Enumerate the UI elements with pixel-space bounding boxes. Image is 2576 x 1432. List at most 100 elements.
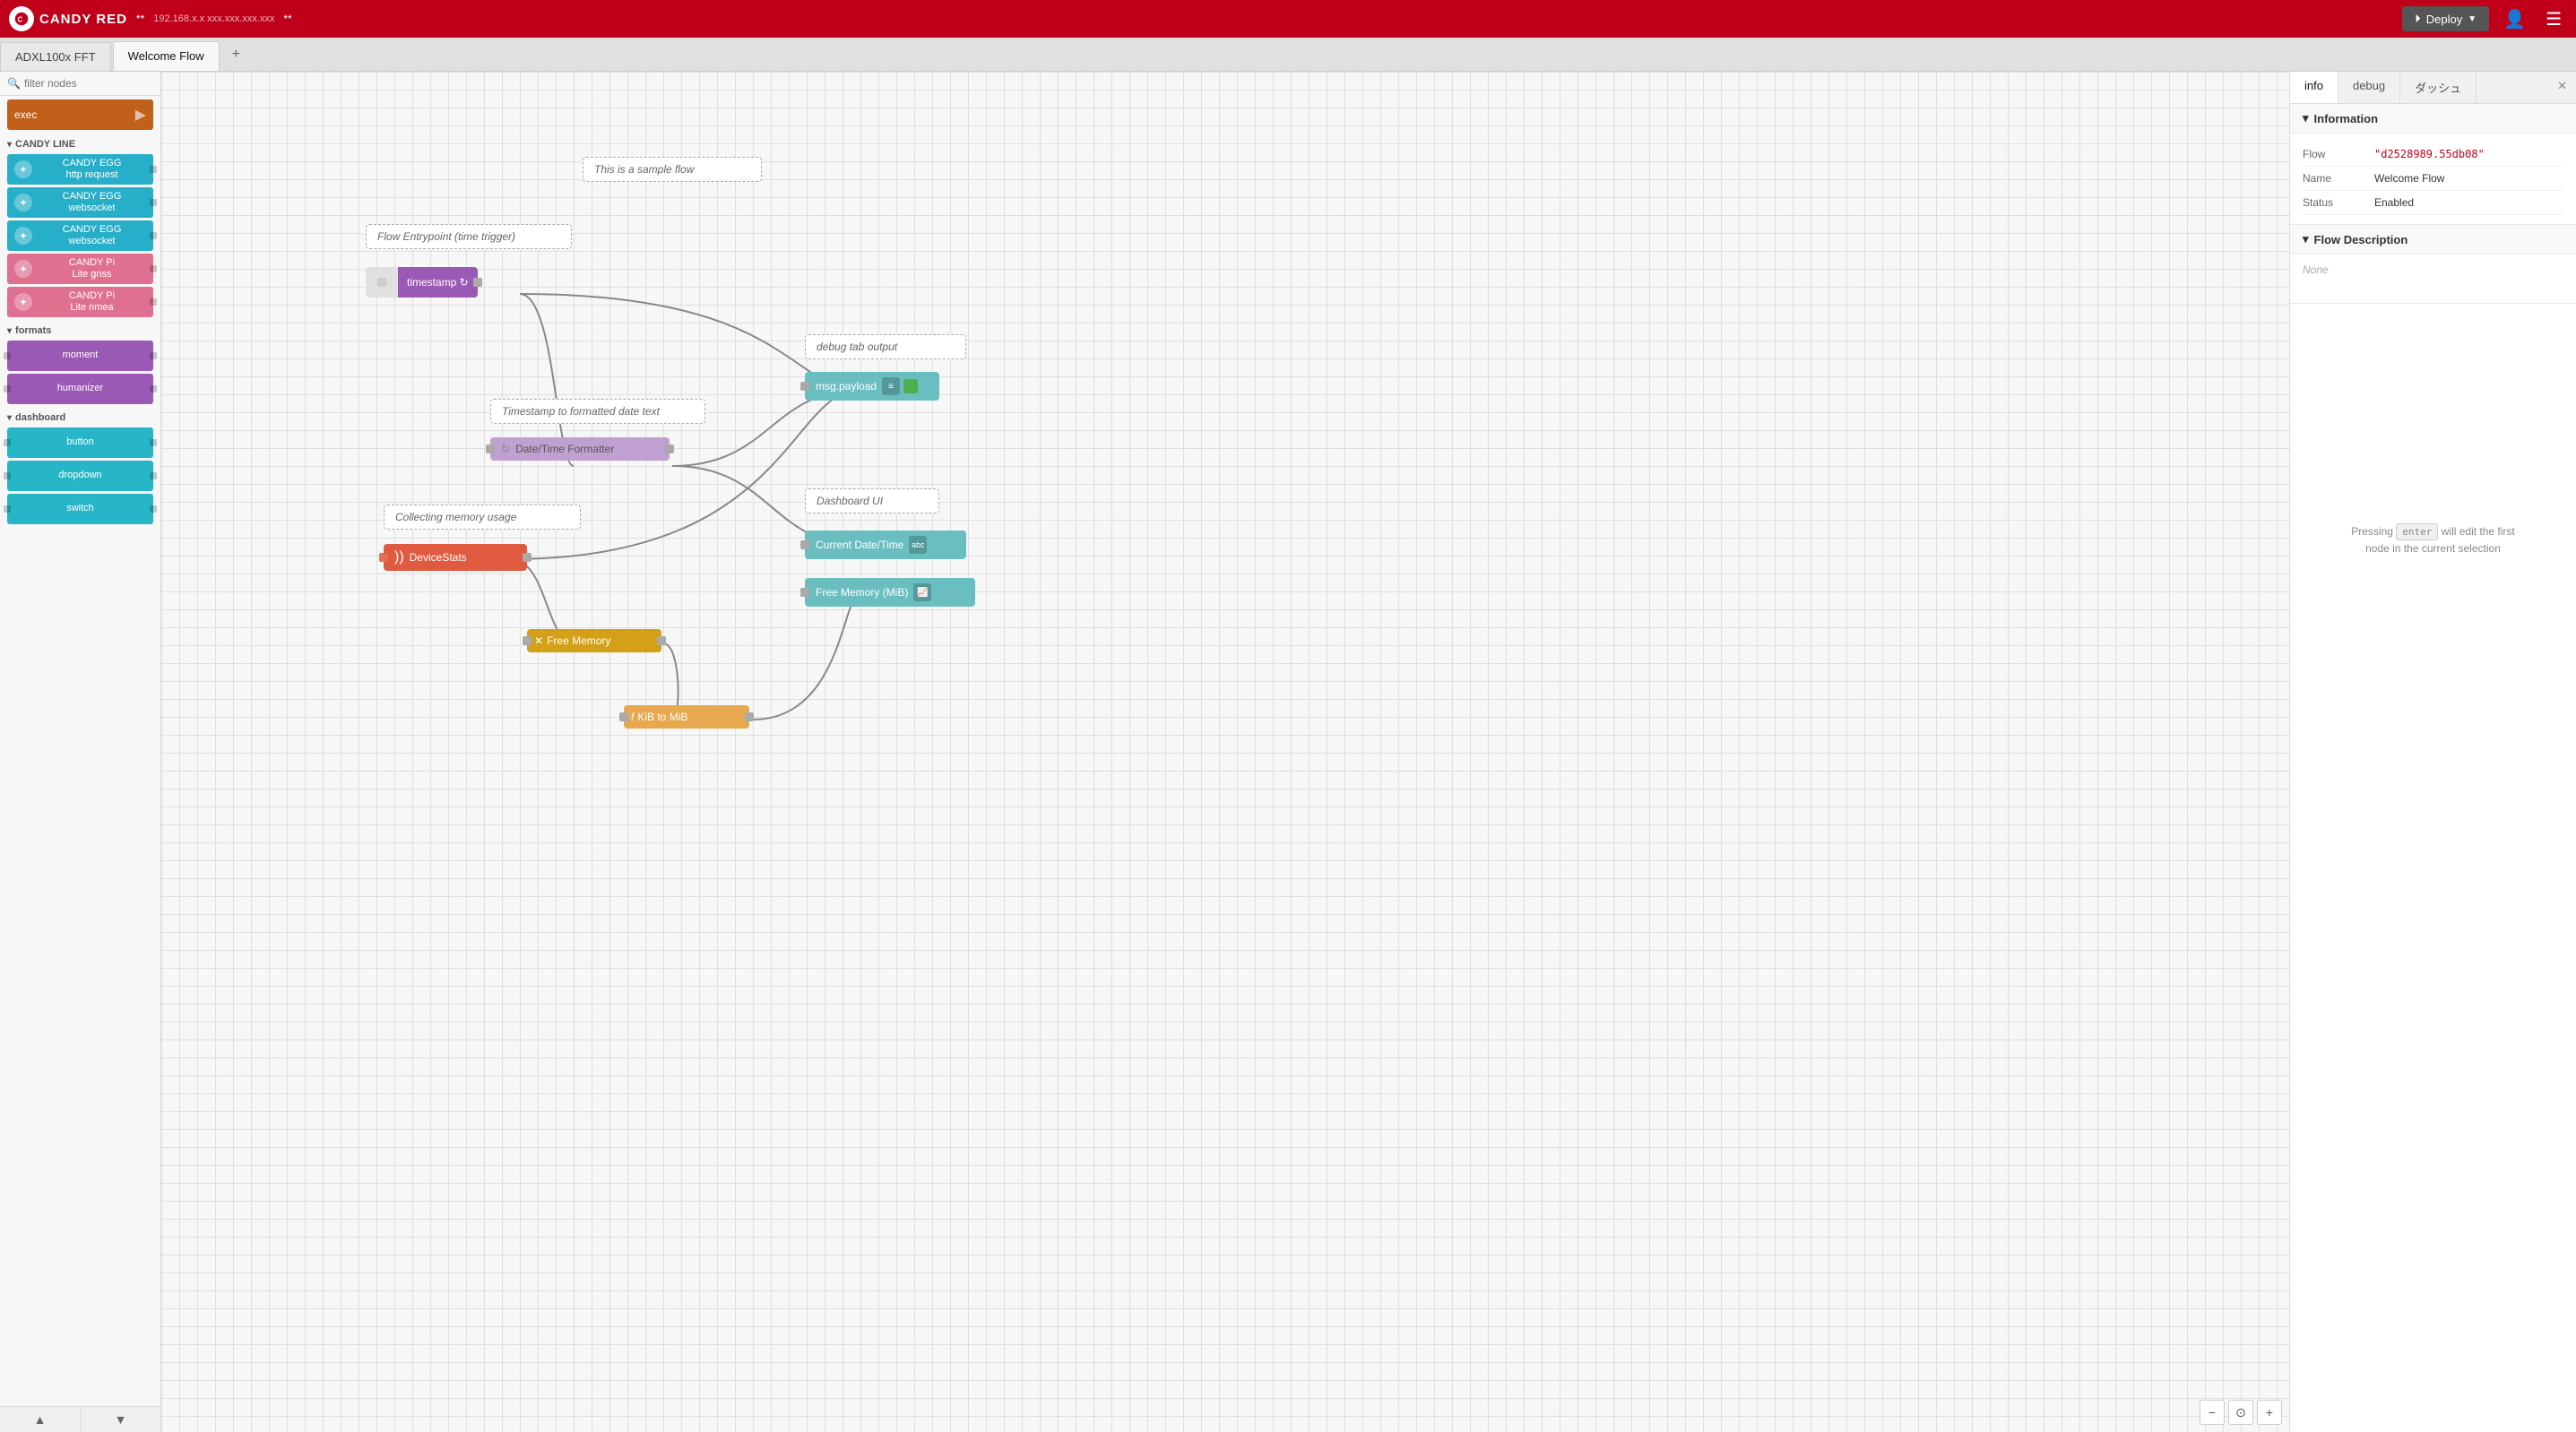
deploy-dropdown-arrow: ▼ [2468, 14, 2477, 24]
msgpayload-node[interactable]: msg.payload ≡ [805, 372, 939, 401]
flow-description-header[interactable]: ▾ Flow Description [2290, 225, 2576, 254]
humanizer-node[interactable]: humanizer [7, 374, 153, 404]
deploy-label: Deploy [2426, 13, 2462, 26]
sidebar-up-btn[interactable]: ▲ [0, 1407, 81, 1432]
exec-node[interactable]: exec ▶ [7, 99, 153, 130]
menu-icon[interactable]: ☰ [2540, 8, 2567, 30]
switch-label: switch [14, 503, 146, 514]
port-right [150, 505, 157, 513]
rpanel-tab-info[interactable]: info [2290, 72, 2338, 103]
user-icon[interactable]: 👤 [2498, 8, 2531, 30]
section-label: dashboard [15, 412, 65, 423]
chevron-icon: ▾ [7, 140, 12, 150]
canvas-area[interactable]: This is a sample flow Flow Entrypoint (t… [161, 72, 2289, 1432]
comment-sample-flow[interactable]: This is a sample flow [583, 157, 762, 182]
tab-welcome-flow[interactable]: Welcome Flow [113, 41, 220, 71]
canvas-controls: − ⊙ + [2200, 1400, 2282, 1425]
candy-egg-ws2[interactable]: ✦ CANDY EGG websocket [7, 220, 153, 251]
tab-adxl[interactable]: ADXL100x FFT [0, 42, 111, 71]
rpanel-tab-debug[interactable]: debug [2338, 72, 2400, 103]
chevron-icon: ▾ [7, 326, 12, 336]
node-line1: CANDY Pi [69, 290, 115, 302]
node-line2: http request [65, 169, 117, 181]
datetime-formatter-node[interactable]: ↻ Date/Time Formatter [490, 437, 670, 461]
flow-name-label: Name [2303, 172, 2374, 185]
flow-name-row: Name Welcome Flow [2303, 167, 2563, 191]
button-node[interactable]: button [7, 427, 153, 458]
information-section-header[interactable]: ▾ Information [2290, 104, 2576, 134]
port-right [150, 199, 157, 206]
port-right [150, 439, 157, 446]
green-dot [903, 379, 918, 393]
zoom-reset-button[interactable]: ⊙ [2228, 1400, 2253, 1425]
timestamp-left-input [366, 267, 398, 298]
comment-text: Dashboard UI [817, 495, 883, 507]
kib-to-mib-node[interactable]: f KiB to MiB [624, 705, 749, 729]
search-icon: 🔍 [7, 77, 21, 90]
tab-add-button[interactable]: + [221, 39, 251, 70]
sidebar: 🔍 exec ▶ ▾ CANDY LINE ✦ CANDY EGG http r… [0, 72, 161, 1432]
connections-svg [161, 72, 2289, 1432]
switch-node[interactable]: switch [7, 494, 153, 524]
button-label: button [14, 436, 146, 448]
devicestats-node[interactable]: )) DeviceStats [384, 544, 527, 571]
rpanel-close-button[interactable]: ✕ [2548, 72, 2576, 103]
right-panel: info debug ダッシュ ✕ ▾ Information Flow "d2… [2289, 72, 2576, 1432]
zoom-out-button[interactable]: − [2200, 1400, 2225, 1425]
section-formats[interactable]: ▾ formats [0, 320, 160, 338]
moment-node[interactable]: moment [7, 341, 153, 371]
free-memory-node[interactable]: ✕ Free Memory [527, 629, 661, 652]
free-memory-mib-node[interactable]: Free Memory (MiB) 📈 [805, 578, 975, 607]
comment-ts-format[interactable]: Timestamp to formatted date text [490, 399, 705, 424]
comment-dashboard[interactable]: Dashboard UI [805, 488, 939, 513]
information-section: Flow "d2528989.55db08" Name Welcome Flow… [2290, 134, 2576, 224]
candy-pi-nmea[interactable]: ✦ CANDY Pi Lite nmea [7, 287, 153, 317]
comment-memory[interactable]: Collecting memory usage [384, 505, 581, 530]
deploy-button[interactable]: ⏵ Deploy ▼ [2402, 6, 2489, 31]
hint-area: Pressing enter will edit the first node … [2290, 303, 2576, 572]
flow-id-label: Flow [2303, 148, 2374, 160]
filter-nodes-input[interactable] [24, 77, 161, 90]
collapse-icon: ▾ [2303, 232, 2309, 246]
dropdown-node[interactable]: dropdown [7, 461, 153, 491]
candy-pi-gnss[interactable]: ✦ CANDY Pi Lite gnss [7, 254, 153, 284]
flow-status-value: Enabled [2374, 196, 2414, 209]
hint-text2: will edit the first [2442, 525, 2515, 538]
candy-egg-ws1[interactable]: ✦ CANDY EGG websocket [7, 187, 153, 218]
list-icon: ≡ [882, 377, 900, 395]
right-panel-content: ▾ Information Flow "d2528989.55db08" Nam… [2290, 104, 2576, 1432]
comment-debug[interactable]: debug tab output [805, 334, 966, 359]
port-left [4, 385, 11, 393]
port-right [150, 166, 157, 173]
section-candy-line[interactable]: ▾ CANDY LINE [0, 134, 160, 151]
enter-key: enter [2396, 523, 2438, 540]
port-left [800, 382, 809, 391]
current-datetime-node[interactable]: Current Date/Time abc [805, 531, 966, 559]
timestamp-node[interactable]: timestamp ↻ [366, 267, 478, 298]
flow-description-label: Flow Description [2314, 233, 2408, 246]
node-icon: ✦ [14, 227, 32, 245]
zoom-in-button[interactable]: + [2257, 1400, 2282, 1425]
section-dashboard[interactable]: ▾ dashboard [0, 407, 160, 425]
port-left [4, 439, 11, 446]
section-label: CANDY LINE [15, 139, 75, 150]
comment-text: Collecting memory usage [395, 511, 516, 523]
main-layout: 🔍 exec ▶ ▾ CANDY LINE ✦ CANDY EGG http r… [0, 72, 2576, 1432]
func-icon2: ✕ [534, 634, 543, 647]
port-left [486, 444, 495, 453]
rpanel-tab-dashboard[interactable]: ダッシュ [2400, 72, 2477, 103]
node-line2: Lite nmea [70, 302, 113, 314]
node-line2: websocket [69, 236, 116, 247]
node-line2: websocket [69, 203, 116, 214]
port-right [150, 265, 157, 272]
node-icon: ✦ [14, 260, 32, 278]
sidebar-down-btn[interactable]: ▼ [81, 1407, 160, 1432]
node-line1: CANDY EGG [63, 191, 122, 203]
comment-entrypoint[interactable]: Flow Entrypoint (time trigger) [366, 224, 572, 249]
bottom-hint: Pressing enter will edit the first node … [2338, 509, 2528, 572]
hint-text3: node in the current selection [2365, 542, 2501, 555]
svg-text:C: C [18, 16, 24, 24]
candy-egg-http[interactable]: ✦ CANDY EGG http request [7, 154, 153, 185]
timestamp-port-right [473, 278, 482, 287]
sidebar-filter: 🔍 [0, 72, 160, 96]
